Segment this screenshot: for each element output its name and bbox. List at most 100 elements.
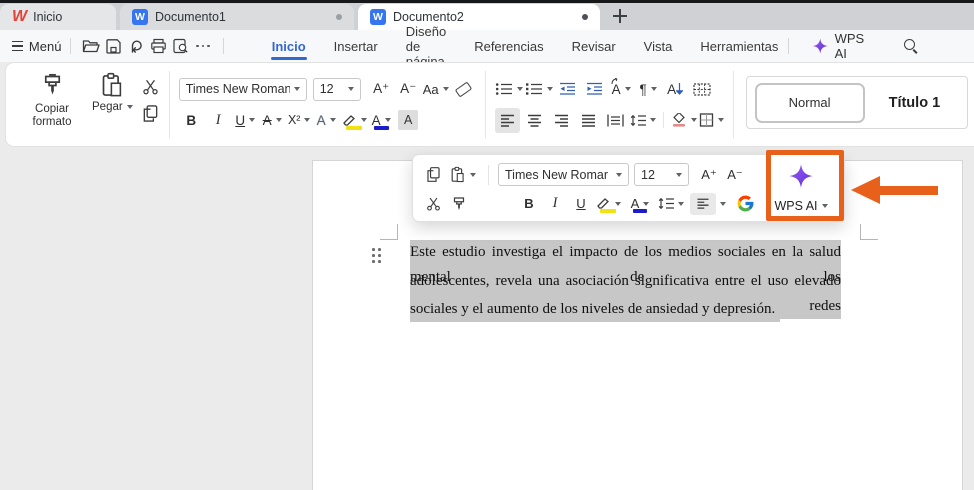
justify-icon [581,114,595,127]
font-color-button[interactable]: A [369,108,394,133]
highlight-color-button[interactable] [595,192,621,216]
direction-arrow-icon [611,77,618,84]
cut-button[interactable] [421,192,445,216]
format-painter-button[interactable] [447,192,471,216]
text-effects-button[interactable]: A [314,108,339,133]
align-center-icon [527,114,541,127]
strikethrough-button[interactable]: A [260,108,285,133]
grow-font-button[interactable]: A⁺ [369,77,394,102]
table-button[interactable] [690,77,715,102]
divider [732,71,734,138]
doc-line[interactable]: Este estudio investiga el impacto de los… [410,240,841,290]
tab-inicio[interactable]: Inicio [270,32,307,61]
clipboard-group: Copiar formato Pegar [20,68,160,141]
menu-button[interactable]: Menú [29,39,62,54]
font-family-select[interactable]: Times New Romar [498,163,629,186]
print-button[interactable] [148,34,168,58]
show-marks-button[interactable]: ¶ [636,77,661,102]
sort-arrow-icon [676,83,684,95]
increase-indent-button[interactable] [582,77,607,102]
align-left-icon [690,192,716,215]
font-size-select[interactable]: 12 [634,163,689,186]
shrink-font-button[interactable]: A⁻ [723,163,747,187]
decrease-indent-button[interactable] [555,77,580,102]
align-left-button[interactable] [494,107,520,133]
bullet-list-button[interactable] [495,77,523,102]
shading-button[interactable] [671,108,697,133]
tab-revisar[interactable]: Revisar [571,32,617,61]
text-effects-glyph: A [316,112,326,128]
shrink-font-glyph: A⁻ [400,81,417,96]
tab-vista[interactable]: Vista [643,32,674,61]
superscript-glyph: X² [287,113,301,127]
underline-button[interactable]: U [233,108,258,133]
chevron-down-icon [249,118,256,122]
change-case-button[interactable]: Aa [423,77,449,102]
cut-button[interactable] [141,78,160,96]
style-titulo-1[interactable]: Título 1 [889,95,941,111]
copy-format-button[interactable]: Copiar formato [20,72,84,129]
doc-line[interactable]: adolescentes, revela una asociación sign… [410,268,841,319]
ribbon: Copiar formato Pegar Times New Roman 12 … [5,62,974,147]
sort-button[interactable]: A [663,77,688,102]
margin-corner-mark-right [860,224,878,240]
google-search-button[interactable] [733,192,757,216]
copy-icon [426,167,440,182]
align-right-button[interactable] [549,108,574,133]
paste-button[interactable]: Pegar [92,72,133,114]
superscript-button[interactable]: X² [287,108,312,133]
grow-font-button[interactable]: A⁺ [697,163,721,187]
styles-gallery: Normal Título 1 [745,76,968,129]
paste-icon [451,166,464,182]
bold-button[interactable]: B [517,192,541,216]
font-family-value: Times New Romar [505,167,609,182]
italic-button[interactable]: I [543,192,567,216]
line-spacing-button[interactable] [658,192,684,216]
clear-format-button[interactable] [451,77,476,102]
save-button[interactable] [104,34,124,58]
open-file-button[interactable] [81,34,101,58]
hamburger-icon[interactable] [12,41,23,51]
wps-ai-menu-button[interactable]: WPS AI [806,28,877,64]
font-color-button[interactable]: A [628,192,652,216]
search-icon[interactable] [901,36,918,56]
line-spacing-icon [658,198,674,209]
text-direction-button[interactable]: A [609,77,634,102]
paragraph-drag-handle[interactable] [372,248,382,265]
font-family-select[interactable]: Times New Roman [178,77,307,101]
copy-button[interactable] [421,163,445,187]
font-size-select[interactable]: 12 [312,77,361,101]
chevron-down-icon [516,87,523,91]
shrink-font-button[interactable]: A⁻ [396,77,421,102]
style-normal[interactable]: Normal [754,82,865,123]
highlight-color-button[interactable] [341,108,367,133]
print-preview-button[interactable] [170,34,190,58]
italic-button[interactable]: I [206,108,231,133]
undo-icon [131,40,142,53]
char-shading-button[interactable]: A [396,108,421,133]
distribute-button[interactable] [603,108,628,133]
line-spacing-icon [630,114,646,126]
doc-line[interactable]: sociales y el aumento de los niveles de … [410,297,841,322]
chevron-down-icon [275,118,282,122]
ellipsis-icon [196,44,210,48]
numbered-list-button[interactable] [525,77,553,102]
align-center-button[interactable] [522,108,547,133]
copy-button[interactable] [141,104,160,123]
more-commands-button[interactable] [193,34,213,58]
tab-referencias[interactable]: Referencias [473,32,544,61]
justify-button[interactable] [576,108,601,133]
alignment-button[interactable] [690,192,726,216]
scissors-icon [142,80,158,95]
borders-button[interactable] [699,108,724,133]
bold-button[interactable]: B [179,108,204,133]
wps-ai-label: WPS AI [834,31,865,61]
tab-herramientas[interactable]: Herramientas [699,32,779,61]
underline-button[interactable]: U [569,192,593,216]
paste-button[interactable] [447,163,479,187]
line-spacing-button[interactable] [630,108,656,133]
undo-button[interactable] [126,34,146,58]
tab-home[interactable]: W Inicio [0,4,116,30]
tab-insertar[interactable]: Insertar [333,32,379,61]
divider [484,71,486,138]
